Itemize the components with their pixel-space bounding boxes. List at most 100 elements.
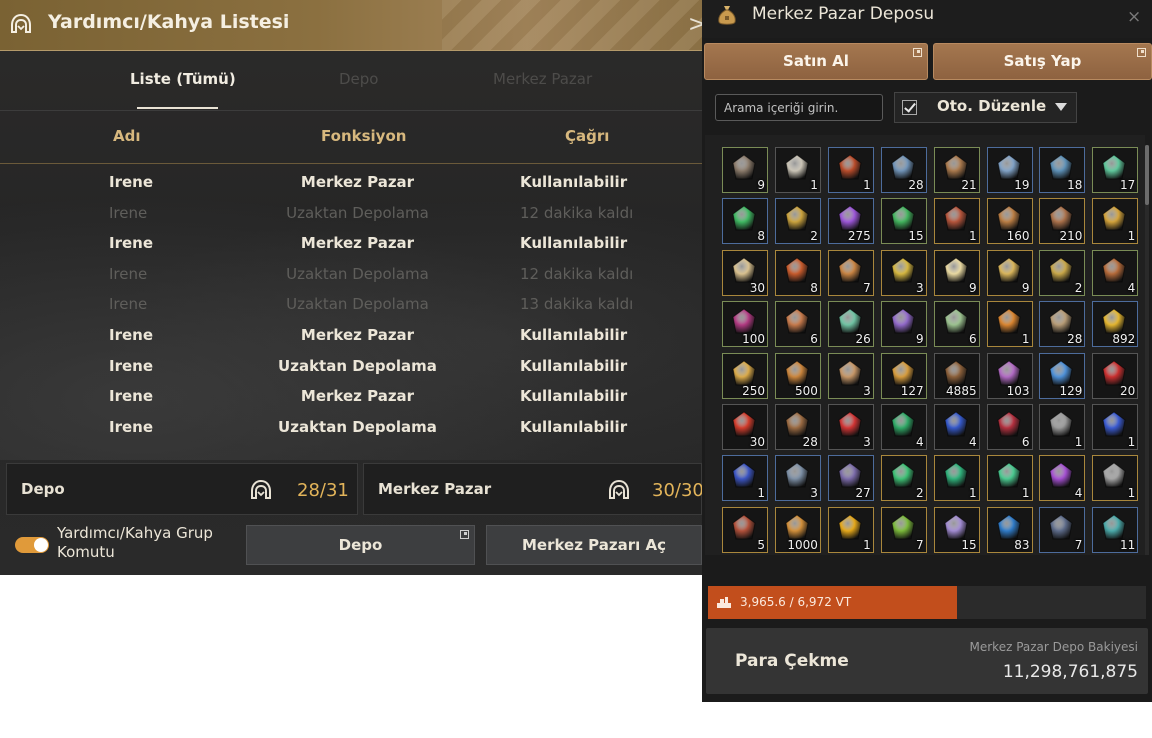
item-slot[interactable]: 1 [827,147,874,193]
item-count: 160 [1006,229,1030,244]
storage-button[interactable]: Depo [246,525,475,565]
item-slot[interactable]: 500 [774,352,821,399]
table-row[interactable]: Irene Uzaktan Depolama Kullanılabilir [0,352,702,382]
table-row[interactable]: Irene Uzaktan Depolama 12 dakika kaldı [0,199,702,229]
item-slot[interactable]: 20 [1092,352,1139,399]
item-slot[interactable]: 1 [986,301,1033,348]
item-count: 28 [908,178,924,192]
item-slot[interactable]: 892 [1092,301,1139,348]
item-slot[interactable]: 27 [827,455,874,502]
bottle-icon [994,307,1024,337]
grid-scrollbar[interactable] [1145,145,1149,555]
auto-sort-dropdown[interactable]: Oto. Düzenle [894,92,1077,123]
table-row[interactable]: Irene Uzaktan Depolama 13 dakika kaldı [0,290,702,320]
item-slot[interactable]: 3 [827,352,874,399]
item-slot[interactable]: 4885 [933,352,980,399]
item-slot[interactable]: 2 [774,198,821,245]
title-bar: Merkez Pazar Deposu × [702,0,1152,38]
item-slot[interactable]: 1 [1092,404,1139,450]
item-slot[interactable]: 275 [827,198,874,245]
item-slot[interactable]: 2 [1039,249,1086,296]
buy-button[interactable]: Satın Al [704,43,928,80]
item-slot[interactable]: 83 [986,506,1033,553]
table-row[interactable]: Irene Merkez Pazar Kullanılabilir [0,229,702,259]
group-command-toggle[interactable] [15,537,49,553]
tab-all-list[interactable]: Liste (Tümü) [130,70,236,88]
item-count: 892 [1112,332,1136,347]
item-slot[interactable]: 7 [880,506,927,553]
open-central-market-button[interactable]: Merkez Pazarı Aç [486,525,702,565]
tab-central-market[interactable]: Merkez Pazar [493,70,592,88]
gem-orb-icon [888,461,918,491]
item-slot[interactable]: 19 [986,147,1033,193]
storage-capacity-box: Depo 28/31 [6,463,358,515]
item-slot[interactable]: 8 [722,198,768,245]
item-slot[interactable]: 6 [774,301,821,348]
item-slot[interactable]: 6 [986,404,1033,450]
item-slot[interactable]: 5 [722,506,768,553]
item-slot[interactable]: 3 [880,249,927,296]
item-slot[interactable]: 127 [880,352,927,399]
item-count: 9 [968,280,977,295]
item-slot[interactable]: 9 [880,301,927,348]
table-row[interactable]: Irene Merkez Pazar Kullanılabilir [0,168,702,198]
item-slot[interactable]: 4 [1039,455,1086,502]
item-slot[interactable]: 7 [1039,506,1086,553]
sell-button[interactable]: Satış Yap [933,43,1152,80]
table-row[interactable]: Irene Uzaktan Depolama Kullanılabilir [0,413,702,443]
table-row[interactable]: Irene Uzaktan Depolama 12 dakika kaldı [0,260,702,290]
item-slot[interactable]: 4 [1092,249,1139,296]
withdraw-button[interactable]: Para Çekme [735,651,849,671]
item-slot[interactable]: 30 [722,404,768,450]
item-slot[interactable]: 28 [1039,301,1086,348]
item-slot[interactable]: 1 [986,455,1033,502]
item-slot[interactable]: 15 [880,198,927,245]
item-slot[interactable]: 1000 [774,506,821,553]
item-slot[interactable]: 160 [986,198,1033,245]
table-row[interactable]: Irene Merkez Pazar Kullanılabilir [0,321,702,351]
item-slot[interactable]: 250 [722,352,768,399]
item-slot[interactable]: 18 [1039,147,1086,193]
item-slot[interactable]: 100 [722,301,768,348]
item-slot[interactable]: 1 [933,455,980,502]
item-slot[interactable]: 7 [827,249,874,296]
item-slot[interactable]: 4 [880,404,927,450]
item-slot[interactable]: 28 [880,147,927,193]
collapse-arrow-icon[interactable]: > [688,12,702,37]
item-slot[interactable]: 9 [986,249,1033,296]
item-slot[interactable]: 1 [933,198,980,245]
item-slot[interactable]: 1 [722,455,768,502]
item-count: 8 [810,280,818,295]
item-slot[interactable]: 1 [827,506,874,553]
item-count: 19 [1014,178,1030,192]
item-slot[interactable]: 17 [1092,147,1139,193]
auto-sort-checkbox[interactable] [902,100,917,115]
item-slot[interactable]: 3 [827,404,874,450]
item-slot[interactable]: 26 [827,301,874,348]
item-slot[interactable]: 210 [1039,198,1086,245]
item-slot[interactable]: 6 [933,301,980,348]
item-slot[interactable]: 30 [722,249,768,296]
item-slot[interactable]: 2 [880,455,927,502]
item-slot[interactable]: 1 [1092,455,1139,502]
search-input[interactable] [715,94,883,121]
item-slot[interactable]: 4 [933,404,980,450]
item-slot[interactable]: 28 [774,404,821,450]
item-slot[interactable]: 103 [986,352,1033,399]
item-slot[interactable]: 21 [933,147,980,193]
item-slot[interactable]: 9 [722,147,768,193]
item-slot[interactable]: 9 [933,249,980,296]
item-slot[interactable]: 129 [1039,352,1086,399]
item-slot[interactable]: 1 [1039,404,1086,450]
item-slot[interactable]: 1 [774,147,821,193]
item-slot[interactable]: 15 [933,506,980,553]
item-slot[interactable]: 11 [1092,506,1139,553]
item-slot[interactable]: 3 [774,455,821,502]
table-row[interactable]: Irene Merkez Pazar Kullanılabilir [0,382,702,412]
item-slot[interactable]: 8 [774,249,821,296]
item-slot[interactable]: 1 [1092,198,1139,245]
item-count: 1 [1021,486,1030,501]
tab-storage[interactable]: Depo [339,70,378,88]
scrollbar-thumb[interactable] [1145,145,1149,205]
close-icon[interactable]: × [1127,7,1141,27]
